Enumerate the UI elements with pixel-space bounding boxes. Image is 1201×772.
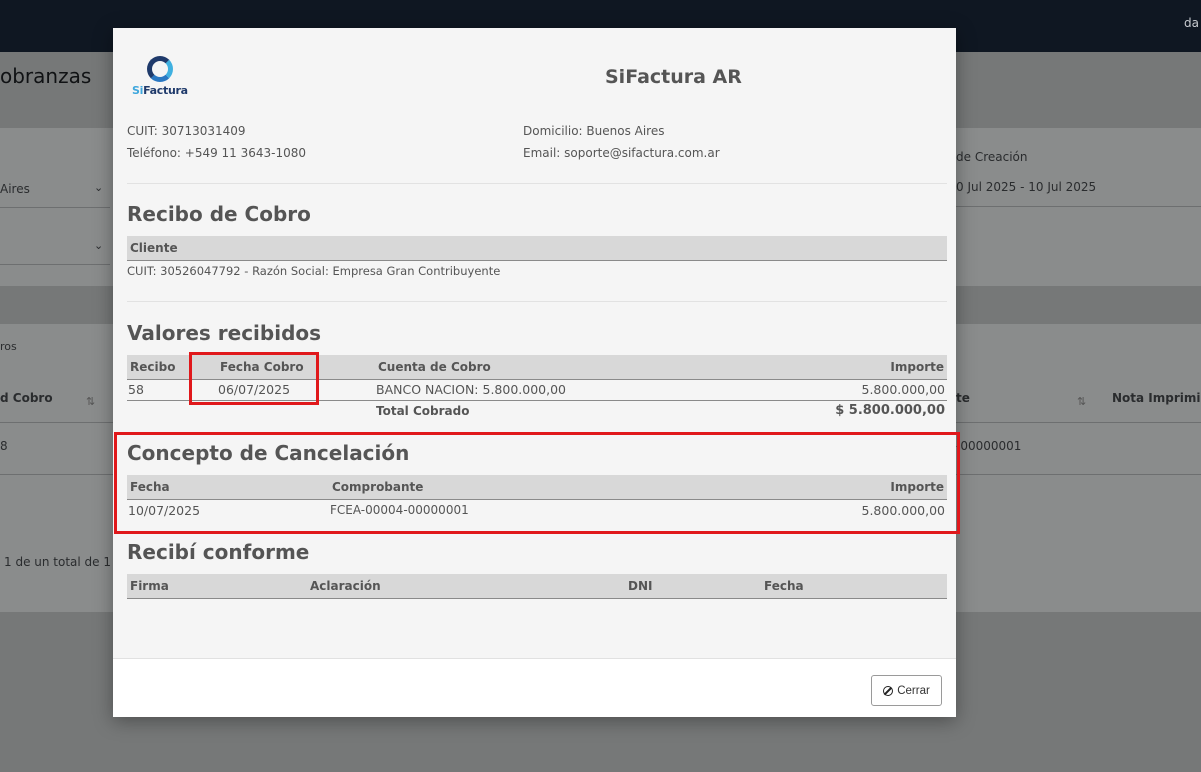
col-aclaracion: Aclaración xyxy=(310,579,381,593)
valores-title: Valores recibidos xyxy=(127,321,322,345)
sort-icon[interactable]: ⇅ xyxy=(86,395,95,408)
company-address: Domicilio: Buenos Aires xyxy=(523,124,665,138)
chevron-down-icon: ⌄ xyxy=(94,239,104,252)
close-button[interactable]: Cerrar xyxy=(871,675,942,706)
column-header-importe[interactable]: te xyxy=(956,391,970,405)
cliente-header: Cliente xyxy=(130,241,178,255)
highlight-fecha-cobro xyxy=(189,352,319,405)
recibo-title: Recibo de Cobro xyxy=(127,202,311,226)
col-cuenta: Cuenta de Cobro xyxy=(378,360,491,374)
sort-icon[interactable]: ⇅ xyxy=(1077,395,1086,408)
column-header-nota[interactable]: Nota Imprimibl xyxy=(1112,391,1201,405)
filter-select-1[interactable]: Aires xyxy=(0,182,30,196)
divider xyxy=(0,207,110,208)
company-cuit: CUIT: 30713031409 xyxy=(127,124,246,138)
close-button-label: Cerrar xyxy=(897,684,930,697)
total-value: $ 5.800.000,00 xyxy=(835,403,945,418)
page-title: obranzas xyxy=(0,64,92,88)
total-label: Total Cobrado xyxy=(376,404,470,418)
conforme-title: Recibí conforme xyxy=(127,540,310,564)
chevron-down-icon: ⌄ xyxy=(94,181,104,194)
cliente-value: CUIT: 30526047792 - Razón Social: Empres… xyxy=(127,264,501,278)
ban-icon xyxy=(883,685,894,696)
logo-ring-icon xyxy=(147,56,173,82)
company-phone: Teléfono: +549 11 3643-1080 xyxy=(127,146,307,160)
conforme-table-header: Firma Aclaración DNI Fecha xyxy=(127,574,947,599)
modal-footer: Cerrar xyxy=(113,658,956,717)
company-email: Email: soporte@sifactura.com.ar xyxy=(523,146,720,160)
pagination-info: 1 de un total de 1 re xyxy=(4,555,127,569)
divider xyxy=(0,264,110,265)
table-row-cell: 8 xyxy=(0,439,8,453)
sifactura-logo: SiFactura xyxy=(132,56,192,98)
fecha-creacion-input[interactable]: 0 Jul 2025 - 10 Jul 2025 xyxy=(956,180,1096,194)
logo-text-si: Si xyxy=(132,84,144,97)
valores-cuenta: BANCO NACION: 5.800.000,00 xyxy=(376,382,566,397)
valores-importe: 5.800.000,00 xyxy=(861,382,946,397)
receipt-modal: SiFactura SiFactura AR CUIT: 30713031409… xyxy=(113,28,960,717)
logo-text-rest: Factura xyxy=(143,84,188,97)
divider xyxy=(956,206,1201,207)
cliente-table-header: Cliente xyxy=(127,236,947,261)
user-menu[interactable]: da xyxy=(1184,16,1199,30)
company-name: SiFactura AR xyxy=(605,66,742,88)
column-header-cobro[interactable]: d Cobro xyxy=(0,391,53,405)
divider xyxy=(127,183,947,184)
valores-recibo: 58 xyxy=(128,382,144,397)
fecha-creacion-label: de Creación xyxy=(956,150,1028,164)
table-row-cell: -00000001 xyxy=(956,439,1022,453)
col-recibo: Recibo xyxy=(130,360,176,374)
col-importe: Importe xyxy=(890,360,944,374)
divider xyxy=(127,301,947,302)
col-fecha: Fecha xyxy=(764,579,804,593)
col-dni: DNI xyxy=(628,579,653,593)
highlight-concepto xyxy=(114,432,960,534)
modal-body: SiFactura SiFactura AR CUIT: 30713031409… xyxy=(113,28,960,658)
col-firma: Firma xyxy=(130,579,169,593)
records-label: ros xyxy=(0,340,17,353)
